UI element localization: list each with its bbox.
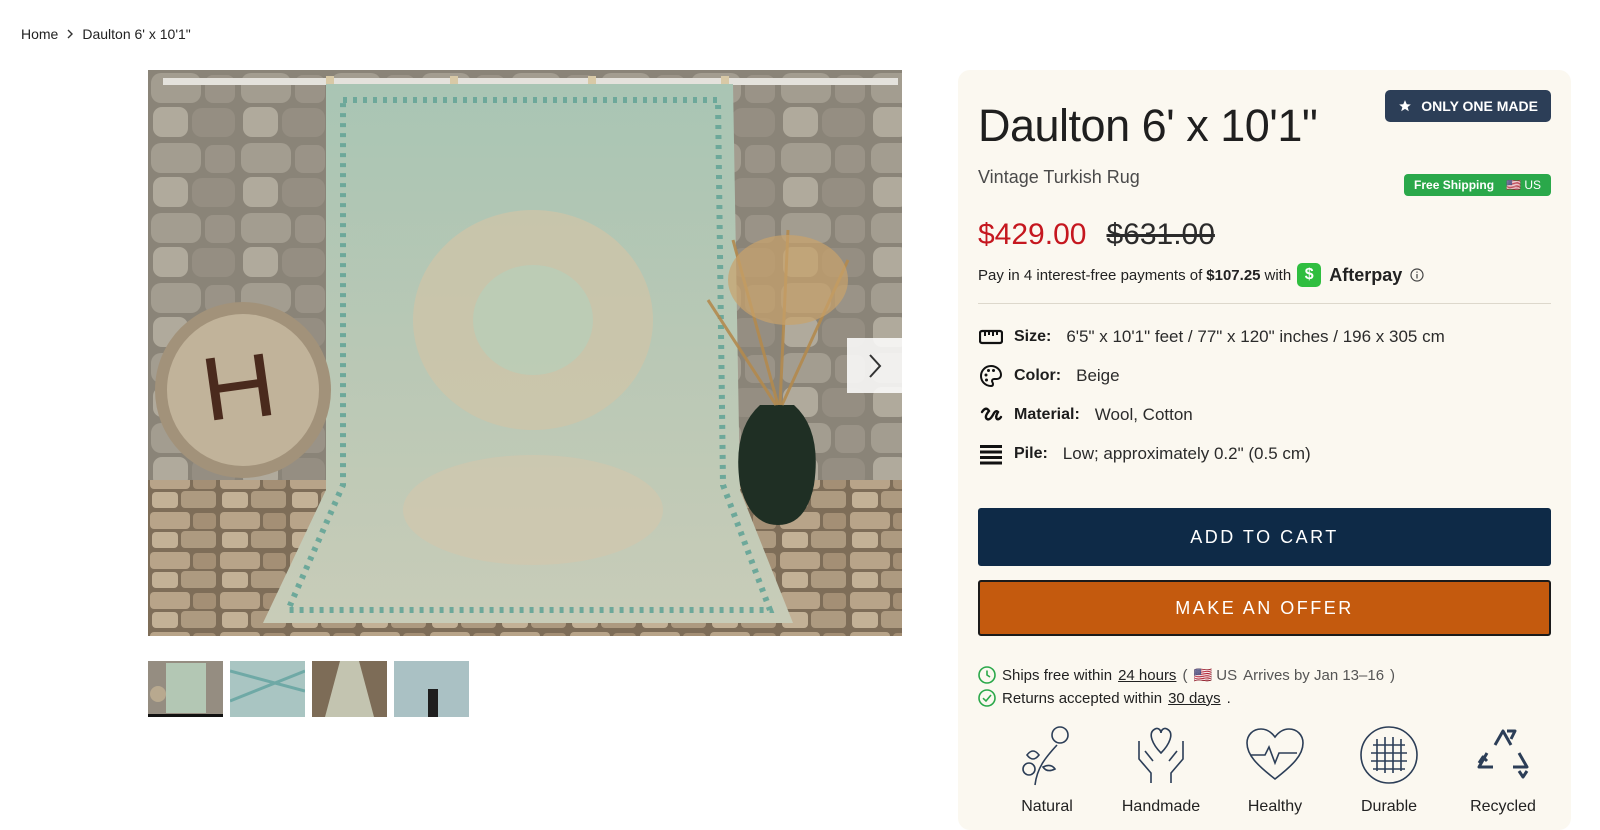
spec-label: Size: bbox=[1014, 328, 1052, 345]
afterpay-with: with bbox=[1264, 266, 1292, 284]
feature-list: Natural Handmade Healthy Durable Recycle… bbox=[990, 723, 1560, 816]
afterpay-brand: Afterpay bbox=[1329, 264, 1403, 285]
ships-info: Ships free within 24 hours ( 🇺🇸 US Arriv… bbox=[978, 666, 1395, 684]
breadcrumb-home-link[interactable]: Home bbox=[21, 26, 58, 42]
thumbnail-3[interactable] bbox=[312, 661, 387, 717]
recycle-icon bbox=[1477, 729, 1529, 779]
free-shipping-text: Free Shipping bbox=[1414, 178, 1495, 192]
feature-label: Durable bbox=[1360, 798, 1418, 815]
sale-price: $429.00 bbox=[978, 218, 1087, 251]
spec-label: Material: bbox=[1014, 406, 1080, 423]
spec-size: Size: 6'5" x 10'1" feet / 77" x 120" inc… bbox=[978, 324, 1445, 350]
only-one-made-badge: ONLY ONE MADE bbox=[1385, 90, 1551, 122]
spec-value: 6'5" x 10'1" feet / 77" x 120" inches / … bbox=[1066, 327, 1445, 346]
feature-healthy: Healthy bbox=[1218, 723, 1332, 816]
feature-label: Healthy bbox=[1247, 798, 1303, 815]
spec-label: Color: bbox=[1014, 367, 1062, 384]
info-icon[interactable] bbox=[1410, 268, 1424, 282]
returns-info: Returns accepted within 30 days . bbox=[978, 689, 1231, 707]
weave-icon bbox=[1360, 726, 1418, 784]
arrival-estimate: Arrives by Jan 13–16 bbox=[1243, 666, 1385, 684]
hands-heart-icon bbox=[1138, 727, 1184, 783]
thumbnail-1[interactable] bbox=[148, 661, 223, 717]
chevron-right-icon bbox=[868, 353, 881, 378]
divider bbox=[978, 303, 1551, 304]
spec-material: Material: Wool, Cotton bbox=[978, 402, 1193, 428]
feature-label: Natural bbox=[1021, 798, 1073, 815]
palette-icon bbox=[978, 363, 1004, 389]
feature-recycled: Recycled bbox=[1446, 723, 1560, 816]
feature-label: Recycled bbox=[1470, 798, 1536, 815]
spec-pile: Pile: Low; approximately 0.2" (0.5 cm) bbox=[978, 441, 1311, 467]
yarn-icon bbox=[978, 402, 1004, 428]
product-title: Daulton 6' x 10'1" bbox=[978, 100, 1318, 151]
afterpay-prefix: Pay in 4 interest-free payments of bbox=[978, 266, 1203, 284]
feature-durable: Durable bbox=[1332, 723, 1446, 816]
shipping-region: 🇺🇸 US bbox=[1506, 178, 1541, 192]
ships-open-paren: ( bbox=[1182, 666, 1188, 684]
make-offer-button[interactable]: MAKE AN OFFER bbox=[978, 580, 1551, 636]
afterpay-logo-icon: $ bbox=[1297, 263, 1322, 287]
product-info-panel: Daulton 6' x 10'1" ONLY ONE MADE Vintage… bbox=[958, 70, 1571, 830]
add-to-cart-button[interactable]: ADD TO CART bbox=[978, 508, 1551, 566]
thumbnail-2[interactable] bbox=[230, 661, 305, 717]
layers-icon bbox=[978, 441, 1004, 467]
ships-close-paren: ) bbox=[1390, 666, 1396, 684]
star-icon bbox=[1399, 100, 1412, 112]
check-circle-icon bbox=[978, 689, 996, 707]
returns-suffix: . bbox=[1226, 689, 1231, 707]
feature-handmade: Handmade bbox=[1104, 723, 1218, 816]
heart-pulse-icon bbox=[1246, 728, 1304, 781]
clock-icon bbox=[978, 666, 996, 684]
chevron-right-icon bbox=[67, 29, 74, 39]
compare-price: $631.00 bbox=[1106, 218, 1215, 251]
gallery-next-button[interactable] bbox=[847, 338, 902, 393]
afterpay-message: Pay in 4 interest-free payments of $107.… bbox=[978, 263, 1424, 287]
ruler-icon bbox=[978, 324, 1004, 350]
product-subtitle: Vintage Turkish Rug bbox=[978, 167, 1140, 187]
feature-natural: Natural bbox=[990, 723, 1104, 816]
thumbnail-4[interactable] bbox=[394, 661, 469, 717]
free-shipping-badge: Free Shipping 🇺🇸 US bbox=[1404, 174, 1551, 196]
ships-region: 🇺🇸 US bbox=[1193, 667, 1238, 684]
ships-prefix: Ships free within bbox=[1002, 666, 1113, 684]
price-row: $429.00 $631.00 bbox=[978, 218, 1215, 252]
breadcrumb-current: Daulton 6' x 10'1" bbox=[82, 26, 191, 42]
returns-days-link[interactable]: 30 days bbox=[1168, 690, 1221, 707]
breadcrumb: Home Daulton 6' x 10'1" bbox=[21, 26, 191, 42]
ships-time-link[interactable]: 24 hours bbox=[1118, 667, 1176, 684]
thumbnail-strip bbox=[148, 661, 469, 717]
spec-color: Color: Beige bbox=[978, 363, 1120, 389]
spec-value: Low; approximately 0.2" (0.5 cm) bbox=[1062, 444, 1311, 463]
afterpay-amount: $107.25 bbox=[1206, 266, 1261, 284]
spec-value: Beige bbox=[1076, 366, 1120, 385]
badge-text: ONLY ONE MADE bbox=[1421, 98, 1538, 114]
spec-label: Pile: bbox=[1014, 445, 1048, 462]
returns-prefix: Returns accepted within bbox=[1002, 689, 1163, 707]
plant-icon bbox=[1022, 726, 1069, 786]
feature-label: Handmade bbox=[1121, 798, 1201, 815]
spec-value: Wool, Cotton bbox=[1094, 405, 1193, 424]
product-main-image[interactable] bbox=[148, 70, 902, 636]
